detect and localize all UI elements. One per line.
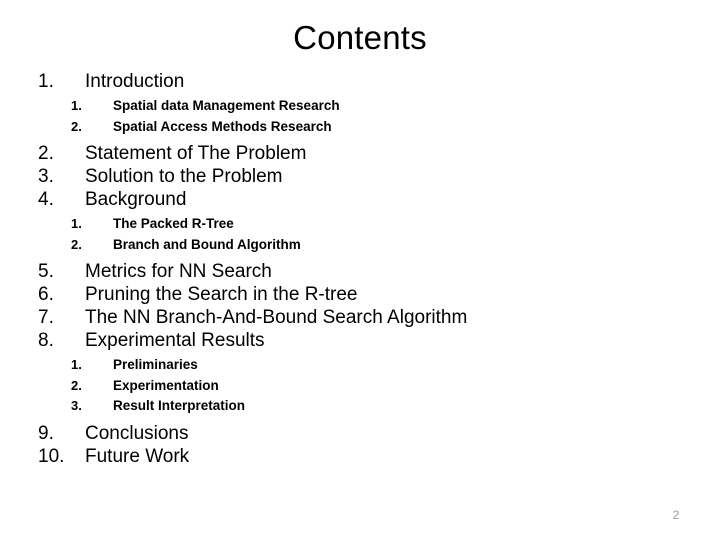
- toc-subentry-number: 2.: [71, 236, 82, 252]
- toc-entry[interactable]: 8. Experimental Results: [0, 329, 720, 352]
- toc-entry-number: 2.: [38, 143, 54, 164]
- toc-subentry-number: 2.: [71, 377, 82, 393]
- toc-subentry[interactable]: 2. Experimentation: [0, 376, 720, 397]
- toc-subentry-label: Experimentation: [113, 377, 219, 393]
- toc-entry[interactable]: 2. Statement of The Problem: [0, 142, 720, 165]
- toc-entry-label: Metrics for NN Search: [85, 261, 272, 282]
- toc-entry-label: Statement of The Problem: [85, 143, 307, 164]
- toc-subentry-label: Preliminaries: [113, 357, 198, 372]
- toc-entry[interactable]: 4. Background: [0, 188, 720, 211]
- slide-canvas: Contents 1. Introduction 1. Spatial data Ma…: [0, 0, 720, 540]
- toc-entry-number: 10.: [38, 445, 65, 467]
- toc-entry-label: Pruning the Search in the R-tree: [85, 284, 358, 305]
- toc-subentry-group: 1. Preliminaries 2. Experimentation 3. Result…: [0, 352, 720, 422]
- toc-subentry-label: Result Interpretation: [113, 398, 246, 413]
- toc-entry-number: 8.: [38, 330, 54, 351]
- toc-entry-label: The NN Branch-And-Bound Search Algorithm: [85, 307, 468, 328]
- toc-subentry[interactable]: 2. Branch and Bound Algorithm: [0, 235, 720, 256]
- toc-entry-number: 6.: [38, 284, 54, 305]
- toc-entry-number: 3.: [38, 166, 54, 187]
- toc-entry-number: 1.: [38, 71, 54, 92]
- toc-entry-number: 9.: [38, 422, 54, 444]
- toc-subentry[interactable]: 1. Spatial data Management Research: [0, 96, 720, 117]
- toc-subentry-label: The Packed R-Tree: [113, 216, 234, 231]
- toc-entry-label: Conclusions: [85, 422, 189, 444]
- toc-entry[interactable]: 6. Pruning the Search in the R-tree: [0, 283, 720, 306]
- toc-subentry-number: 1.: [71, 357, 82, 372]
- toc-entry-label: Future Work: [85, 445, 190, 467]
- toc-entry-label: Solution to the Problem: [85, 166, 283, 187]
- toc-entry-number: 7.: [38, 307, 54, 328]
- toc-subentry[interactable]: 3. Result Interpretation: [0, 396, 720, 417]
- toc-subentry[interactable]: 1. The Packed R-Tree: [0, 214, 720, 235]
- page-number: 2: [672, 508, 680, 522]
- toc-entry-label: Introduction: [85, 71, 185, 92]
- page-title: Contents: [293, 19, 427, 56]
- toc-subentry-number: 1.: [71, 98, 82, 113]
- toc-subentry-label: Spatial Access Methods Research: [113, 118, 332, 134]
- toc-subentry-label: Spatial data Management Research: [113, 98, 340, 113]
- toc-subentry-number: 3.: [71, 398, 82, 413]
- toc-entry-number: 4.: [38, 189, 54, 210]
- toc-entry[interactable]: 7. The NN Branch-And-Bound Search Algorit…: [0, 306, 720, 329]
- toc-subentry-label: Branch and Bound Algorithm: [113, 236, 301, 252]
- toc-entry[interactable]: 3. Solution to the Problem: [0, 165, 720, 188]
- toc-subentry[interactable]: 2. Spatial Access Methods Research: [0, 117, 720, 138]
- toc-subentry-number: 2.: [71, 118, 82, 134]
- toc-entry[interactable]: 5. Metrics for NN Search: [0, 260, 720, 283]
- toc-subentry-group: 1. The Packed R-Tree 2. Branch and Bound Al…: [0, 211, 720, 260]
- toc-subentry-number: 1.: [71, 216, 82, 231]
- toc-subentry-group: 1. Spatial data Management Research 2. Spat…: [0, 93, 720, 142]
- table-of-contents: 1. Introduction 1. Spatial data Management …: [0, 70, 720, 468]
- toc-entry[interactable]: 9. Conclusions: [0, 422, 720, 445]
- toc-subentry[interactable]: 1. Preliminaries: [0, 355, 720, 376]
- toc-entry[interactable]: 10. Future Work: [0, 445, 720, 468]
- toc-entry-label: Experimental Results: [85, 330, 265, 351]
- toc-entry-number: 5.: [38, 261, 54, 282]
- toc-entry[interactable]: 1. Introduction: [0, 70, 720, 93]
- toc-entry-label: Background: [85, 189, 187, 210]
